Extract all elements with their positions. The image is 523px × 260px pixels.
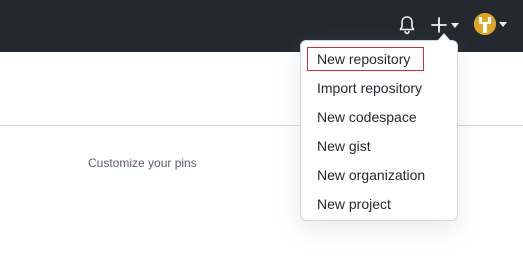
- page: Customize your pins New repository Impor…: [0, 0, 523, 260]
- bell-icon: [399, 16, 415, 35]
- menu-item-new-organization[interactable]: New organization: [301, 161, 457, 190]
- avatar-image: [474, 13, 496, 35]
- menu-item-new-codespace[interactable]: New codespace: [301, 103, 457, 132]
- menu-item-import-repository[interactable]: Import repository: [301, 74, 457, 103]
- create-new-dropdown: New repository Import repository New cod…: [300, 33, 458, 221]
- chevron-down-icon: [499, 22, 507, 27]
- menu-item-new-gist[interactable]: New gist: [301, 132, 457, 161]
- menu-item-new-repository[interactable]: New repository: [301, 45, 457, 74]
- chevron-down-icon: [451, 23, 459, 28]
- plus-icon: [431, 17, 447, 33]
- notifications-button[interactable]: [397, 14, 417, 36]
- menu-item-new-project[interactable]: New project: [301, 190, 457, 219]
- avatar: [474, 13, 496, 35]
- user-menu-button[interactable]: [472, 12, 512, 38]
- create-new-menu: New repository Import repository New cod…: [301, 41, 457, 219]
- customize-pins-link[interactable]: Customize your pins: [88, 156, 197, 170]
